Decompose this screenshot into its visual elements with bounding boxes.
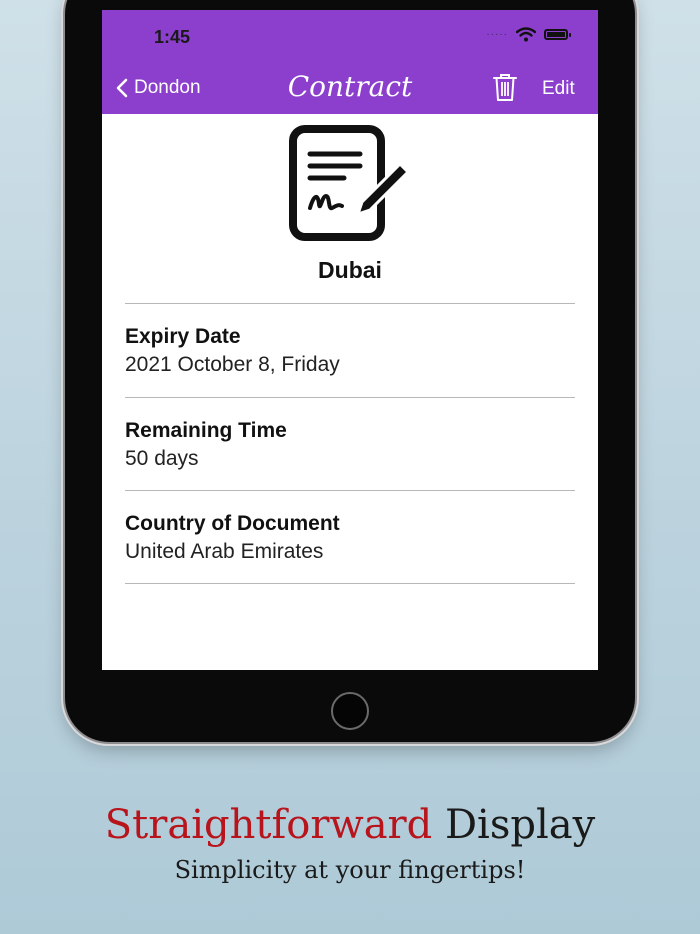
promo-headline: Straightforward Display xyxy=(0,802,700,848)
field-label: Expiry Date xyxy=(125,325,241,348)
remaining-time-field: Remaining Time 50 days xyxy=(125,417,575,473)
chevron-left-icon xyxy=(116,78,128,98)
signal-icon: ····· xyxy=(486,29,508,40)
country-field: Country of Document United Arab Emirates xyxy=(125,510,575,566)
divider xyxy=(125,583,575,584)
field-value: United Arab Emirates xyxy=(125,540,324,563)
divider xyxy=(125,490,575,491)
app-screen: 1:45 ····· Contract Dondon Edit Dubai Ex… xyxy=(102,10,598,670)
status-bar: 1:45 ····· xyxy=(102,10,598,60)
headline-rest: Display xyxy=(444,802,596,848)
status-icons: ····· xyxy=(486,27,571,42)
field-value: 2021 October 8, Friday xyxy=(125,353,340,376)
field-value: 50 days xyxy=(125,447,199,470)
wifi-icon xyxy=(516,27,536,42)
back-label: Dondon xyxy=(134,77,201,98)
expiry-date-field: Expiry Date 2021 October 8, Friday xyxy=(125,323,575,379)
divider xyxy=(125,303,575,304)
document-title: Dubai xyxy=(318,257,382,283)
promo-subline: Simplicity at your fingertips! xyxy=(174,856,526,884)
trash-icon[interactable] xyxy=(492,72,518,102)
headline-accent: Straightforward xyxy=(104,802,433,848)
field-label: Remaining Time xyxy=(125,419,287,442)
battery-icon xyxy=(544,29,571,40)
nav-bar: Contract Dondon Edit xyxy=(102,70,598,110)
edit-button[interactable]: Edit xyxy=(542,78,575,100)
home-button[interactable] xyxy=(331,692,369,730)
field-label: Country of Document xyxy=(125,512,340,535)
document-signature-icon xyxy=(289,125,410,241)
divider xyxy=(125,397,575,398)
back-button[interactable]: Dondon xyxy=(116,77,201,99)
app-header: 1:45 ····· Contract Dondon Edit xyxy=(102,10,598,114)
status-time: 1:45 xyxy=(154,27,191,47)
